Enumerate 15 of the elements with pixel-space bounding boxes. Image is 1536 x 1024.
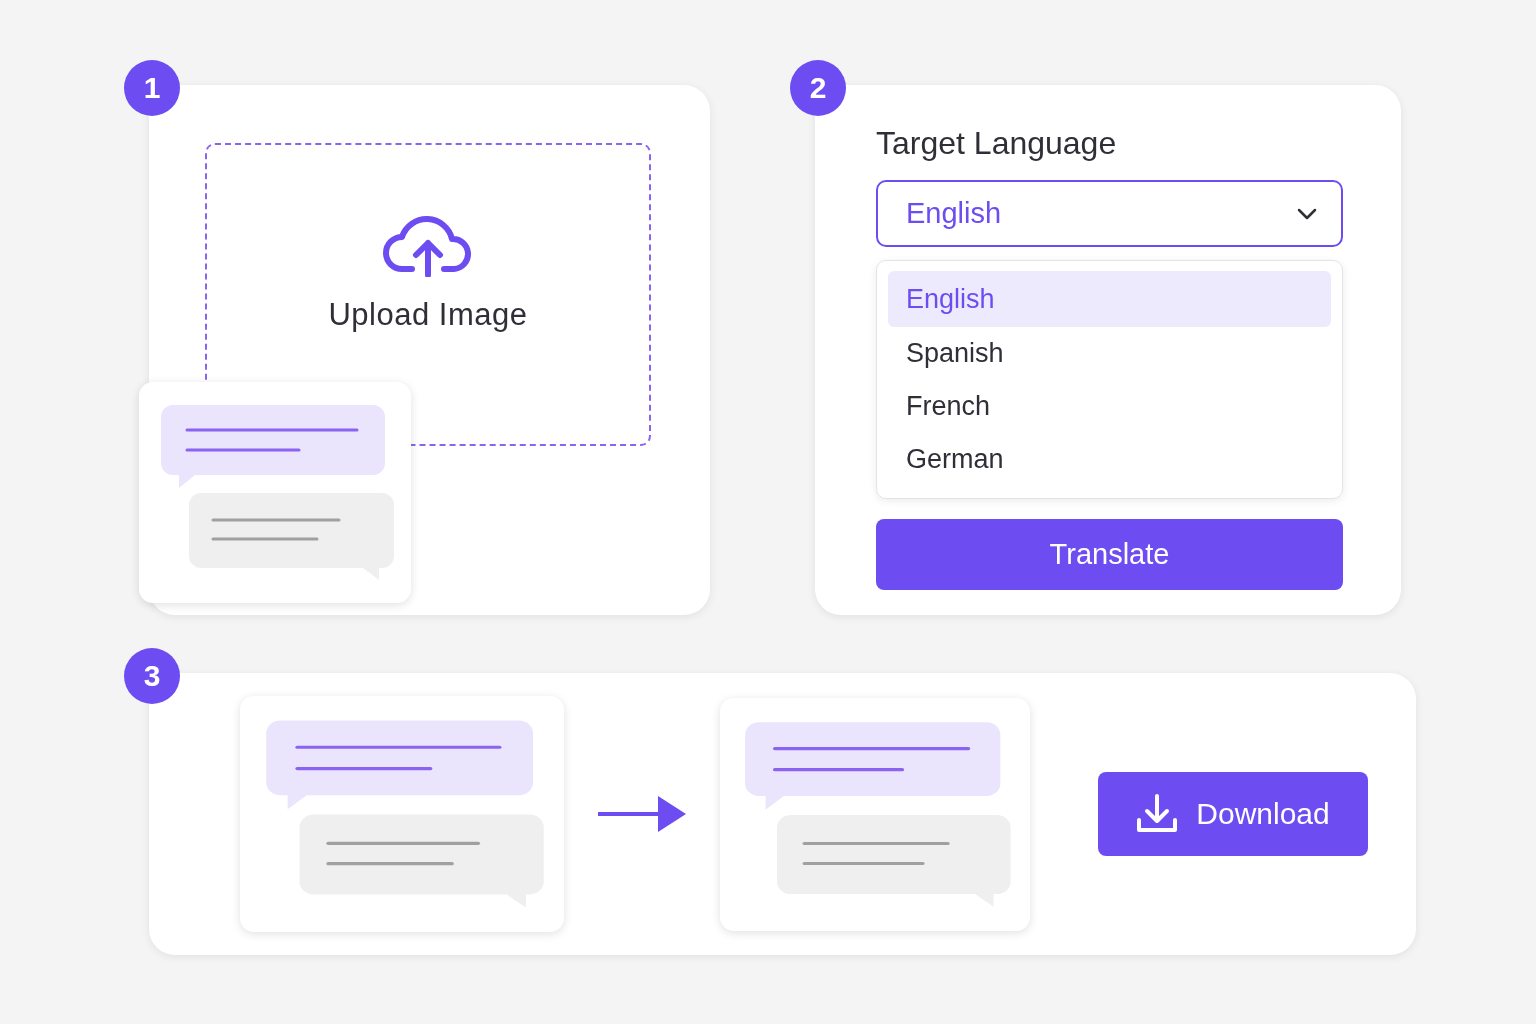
download-icon bbox=[1136, 794, 1179, 834]
step-badge: 3 bbox=[124, 648, 180, 704]
step-badge: 2 bbox=[790, 60, 846, 116]
section-title: Target Language bbox=[876, 125, 1118, 162]
dropdown-option[interactable]: English bbox=[888, 271, 1331, 327]
step-badge: 1 bbox=[124, 60, 180, 116]
dropdown-option[interactable]: French bbox=[888, 380, 1331, 433]
chevron-down-icon bbox=[1297, 207, 1317, 220]
dropdown-option[interactable]: German bbox=[888, 433, 1331, 486]
language-select[interactable]: English bbox=[876, 180, 1343, 247]
translate-button[interactable]: Translate bbox=[876, 519, 1343, 590]
arrow-right-icon bbox=[598, 796, 686, 832]
upload-label: Upload Image bbox=[328, 297, 528, 333]
dropdown-option[interactable]: Spanish bbox=[888, 327, 1331, 380]
download-button[interactable]: Download bbox=[1098, 772, 1368, 856]
